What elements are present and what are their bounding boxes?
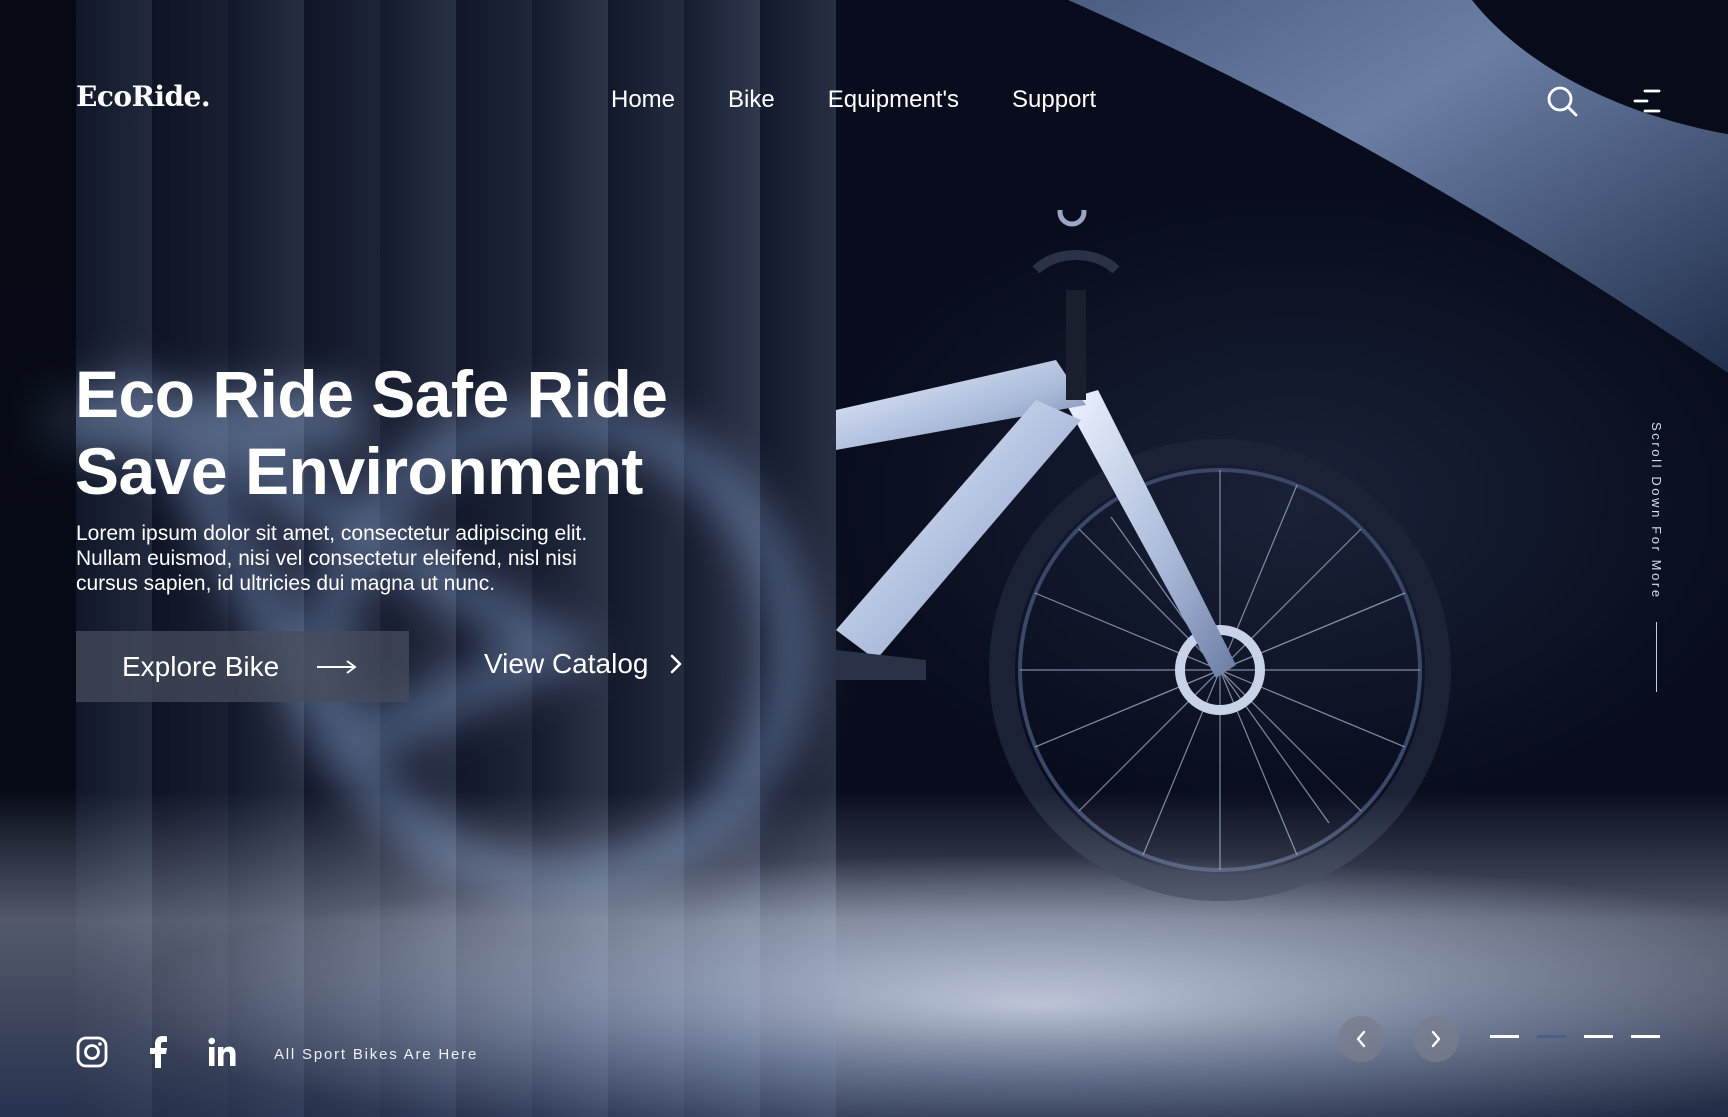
facebook-link[interactable] xyxy=(142,1036,174,1068)
scroll-down-hint[interactable]: Scroll Down For More xyxy=(1649,422,1664,600)
hero-title-line-1: Eco Ride Safe Ride xyxy=(75,357,668,431)
slider-prev-button[interactable] xyxy=(1338,1016,1384,1062)
search-button[interactable] xyxy=(1542,81,1582,121)
slider-dot[interactable] xyxy=(1490,1035,1519,1038)
social-links xyxy=(76,1036,238,1068)
slider-pagination xyxy=(1490,1035,1660,1038)
bike-image xyxy=(836,210,1451,901)
instagram-icon xyxy=(76,1036,108,1068)
hero-description-line-1: Lorem ipsum dolor sit amet, consectetur … xyxy=(76,522,588,545)
nav-item-equipments[interactable]: Equipment's xyxy=(828,86,959,114)
hero-title: Eco Ride Safe Ride Save Environment xyxy=(75,356,668,510)
explore-bike-button[interactable]: Explore Bike xyxy=(76,631,409,702)
glass-strip xyxy=(684,0,760,1117)
search-icon xyxy=(1547,86,1578,117)
chevron-right-icon xyxy=(671,654,682,674)
view-catalog-label: View Catalog xyxy=(484,648,649,679)
nav-item-bike[interactable]: Bike xyxy=(728,86,775,114)
hero-description-line-2: Nullam euismod, nisi vel consectetur ele… xyxy=(76,547,577,570)
footer-tagline: All Sport Bikes Are Here xyxy=(274,1046,479,1063)
instagram-link[interactable] xyxy=(76,1036,108,1068)
chevron-left-icon xyxy=(1356,1030,1366,1048)
glass-strip xyxy=(0,0,76,1117)
view-catalog-link[interactable]: View Catalog xyxy=(484,648,682,680)
arrow-right-icon xyxy=(317,659,357,674)
glass-strip xyxy=(760,0,836,1117)
main-nav: Home Bike Equipment's Support xyxy=(611,86,1096,114)
hero-description: Lorem ipsum dolor sit amet, consectetur … xyxy=(76,521,666,596)
slider-dot[interactable] xyxy=(1631,1035,1660,1038)
menu-icon xyxy=(1633,89,1661,113)
chevron-right-icon xyxy=(1431,1030,1441,1048)
slider-next-button[interactable] xyxy=(1413,1016,1459,1062)
hero-title-line-2: Save Environment xyxy=(75,434,643,508)
linkedin-icon xyxy=(208,1037,236,1066)
hero-stage: EcoRide. Home Bike Equipment's Support E… xyxy=(0,0,1728,1117)
slider-dot[interactable] xyxy=(1537,1035,1566,1038)
explore-bike-label: Explore Bike xyxy=(122,650,280,682)
linkedin-link[interactable] xyxy=(206,1036,238,1068)
nav-item-home[interactable]: Home xyxy=(611,86,675,114)
scroll-indicator-line xyxy=(1656,622,1657,692)
hero-description-line-3: cursus sapien, id ultricies dui magna ut… xyxy=(76,572,496,595)
slider-dot[interactable] xyxy=(1584,1035,1613,1038)
facebook-icon xyxy=(150,1036,167,1068)
menu-button[interactable] xyxy=(1626,81,1666,121)
brand-logo[interactable]: EcoRide. xyxy=(76,80,211,113)
nav-item-support[interactable]: Support xyxy=(1012,86,1096,114)
